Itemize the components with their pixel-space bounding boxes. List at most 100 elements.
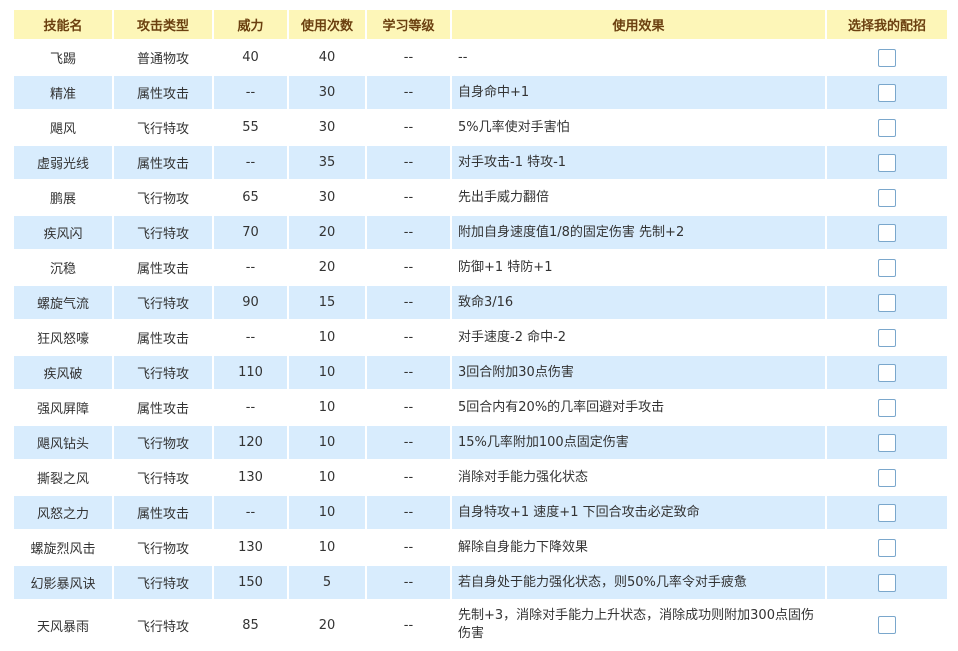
skill-name-cell: 螺旋气流 — [14, 286, 112, 319]
table-row: 飞踢 普通物攻 40 40 -- -- — [14, 41, 947, 74]
effect-cell: 5回合内有20%的几率回避对手攻击 — [452, 391, 825, 424]
effect-cell: 对手速度-2 命中-2 — [452, 321, 825, 354]
skill-name-cell: 天风暴雨 — [14, 601, 112, 649]
learn-level-cell: -- — [367, 356, 450, 389]
select-skill-checkbox[interactable] — [878, 538, 896, 557]
attack-type-cell: 飞行特攻 — [114, 286, 212, 319]
skill-name-cell: 精准 — [14, 76, 112, 109]
select-skill-checkbox[interactable] — [878, 118, 896, 137]
learn-level-cell: -- — [367, 216, 450, 249]
effect-cell: 5%几率使对手害怕 — [452, 111, 825, 144]
attack-type-cell: 飞行特攻 — [114, 601, 212, 649]
attack-type-cell: 属性攻击 — [114, 321, 212, 354]
select-skill-checkbox[interactable] — [878, 433, 896, 452]
power-cell: -- — [214, 391, 287, 424]
select-skill-checkbox[interactable] — [878, 398, 896, 417]
attack-type-cell: 飞行物攻 — [114, 426, 212, 459]
skill-name-cell: 螺旋烈风击 — [14, 531, 112, 564]
effect-cell: 先制+3，消除对手能力上升状态，消除成功则附加300点固伤伤害 — [452, 601, 825, 649]
pp-cell: 20 — [289, 601, 365, 649]
skill-name-cell: 飓风 — [14, 111, 112, 144]
learn-level-cell: -- — [367, 41, 450, 74]
select-cell — [827, 321, 947, 354]
effect-cell: 若自身处于能力强化状态，则50%几率令对手疲惫 — [452, 566, 825, 599]
pp-cell: 15 — [289, 286, 365, 319]
pp-cell: 35 — [289, 146, 365, 179]
select-cell — [827, 41, 947, 74]
learn-level-cell: -- — [367, 391, 450, 424]
table-row: 疾风破 飞行特攻 110 10 -- 3回合附加30点伤害 — [14, 356, 947, 389]
select-skill-checkbox[interactable] — [878, 83, 896, 102]
attack-type-cell: 飞行物攻 — [114, 181, 212, 214]
learn-level-cell: -- — [367, 461, 450, 494]
power-cell: 150 — [214, 566, 287, 599]
table-row: 鹏展 飞行物攻 65 30 -- 先出手威力翻倍 — [14, 181, 947, 214]
table-row: 飓风 飞行特攻 55 30 -- 5%几率使对手害怕 — [14, 111, 947, 144]
header-power: 威力 — [214, 10, 287, 39]
effect-cell: 解除自身能力下降效果 — [452, 531, 825, 564]
pp-cell: 10 — [289, 391, 365, 424]
power-cell: -- — [214, 146, 287, 179]
attack-type-cell: 属性攻击 — [114, 146, 212, 179]
learn-level-cell: -- — [367, 531, 450, 564]
skill-name-cell: 鹏展 — [14, 181, 112, 214]
pp-cell: 20 — [289, 216, 365, 249]
pp-cell: 30 — [289, 76, 365, 109]
effect-cell: 致命3/16 — [452, 286, 825, 319]
table-row: 螺旋气流 飞行特攻 90 15 -- 致命3/16 — [14, 286, 947, 319]
select-skill-checkbox[interactable] — [878, 258, 896, 277]
effect-cell: 先出手威力翻倍 — [452, 181, 825, 214]
header-attack-type: 攻击类型 — [114, 10, 212, 39]
learn-level-cell: -- — [367, 111, 450, 144]
power-cell: 90 — [214, 286, 287, 319]
select-skill-checkbox[interactable] — [878, 293, 896, 312]
pp-cell: 5 — [289, 566, 365, 599]
select-cell — [827, 111, 947, 144]
skill-name-cell: 沉稳 — [14, 251, 112, 284]
pp-cell: 30 — [289, 181, 365, 214]
select-skill-checkbox[interactable] — [878, 468, 896, 487]
learn-level-cell: -- — [367, 601, 450, 649]
table-row: 幻影暴风诀 飞行特攻 150 5 -- 若自身处于能力强化状态，则50%几率令对手疲惫 — [14, 566, 947, 599]
effect-cell: 自身命中+1 — [452, 76, 825, 109]
table-row: 疾风闪 飞行特攻 70 20 -- 附加自身速度值1/8的固定伤害 先制+2 — [14, 216, 947, 249]
attack-type-cell: 属性攻击 — [114, 391, 212, 424]
effect-cell: 自身特攻+1 速度+1 下回合攻击必定致命 — [452, 496, 825, 529]
select-skill-checkbox[interactable] — [878, 48, 896, 67]
skill-name-cell: 强风屏障 — [14, 391, 112, 424]
pp-cell: 10 — [289, 426, 365, 459]
select-skill-checkbox[interactable] — [878, 573, 896, 592]
header-learn-level: 学习等级 — [367, 10, 450, 39]
power-cell: 70 — [214, 216, 287, 249]
pp-cell: 10 — [289, 461, 365, 494]
power-cell: 130 — [214, 531, 287, 564]
skill-name-cell: 飞踢 — [14, 41, 112, 74]
attack-type-cell: 飞行特攻 — [114, 461, 212, 494]
effect-cell: -- — [452, 41, 825, 74]
select-cell — [827, 426, 947, 459]
select-skill-checkbox[interactable] — [878, 328, 896, 347]
skill-name-cell: 虚弱光线 — [14, 146, 112, 179]
skill-name-cell: 撕裂之风 — [14, 461, 112, 494]
learn-level-cell: -- — [367, 321, 450, 354]
effect-cell: 消除对手能力强化状态 — [452, 461, 825, 494]
select-cell — [827, 251, 947, 284]
select-cell — [827, 391, 947, 424]
select-cell — [827, 461, 947, 494]
attack-type-cell: 飞行特攻 — [114, 216, 212, 249]
table-row: 天风暴雨 飞行特攻 85 20 -- 先制+3，消除对手能力上升状态，消除成功则附加300… — [14, 601, 947, 649]
select-skill-checkbox[interactable] — [878, 363, 896, 382]
table-body: 飞踢 普通物攻 40 40 -- -- 精准 属性攻击 -- 30 -- 自身命中+1 飓风 飞行特攻 55… — [14, 41, 947, 649]
table-row: 强风屏障 属性攻击 -- 10 -- 5回合内有20%的几率回避对手攻击 — [14, 391, 947, 424]
select-skill-checkbox[interactable] — [878, 153, 896, 172]
select-skill-checkbox[interactable] — [878, 223, 896, 242]
select-cell — [827, 216, 947, 249]
select-skill-checkbox[interactable] — [878, 616, 896, 634]
select-skill-checkbox[interactable] — [878, 188, 896, 207]
attack-type-cell: 属性攻击 — [114, 251, 212, 284]
skill-table: 技能名 攻击类型 威力 使用次数 学习等级 使用效果 选择我的配招 飞踢 普通物攻… — [12, 8, 949, 651]
select-cell — [827, 531, 947, 564]
learn-level-cell: -- — [367, 181, 450, 214]
select-skill-checkbox[interactable] — [878, 503, 896, 522]
learn-level-cell: -- — [367, 286, 450, 319]
